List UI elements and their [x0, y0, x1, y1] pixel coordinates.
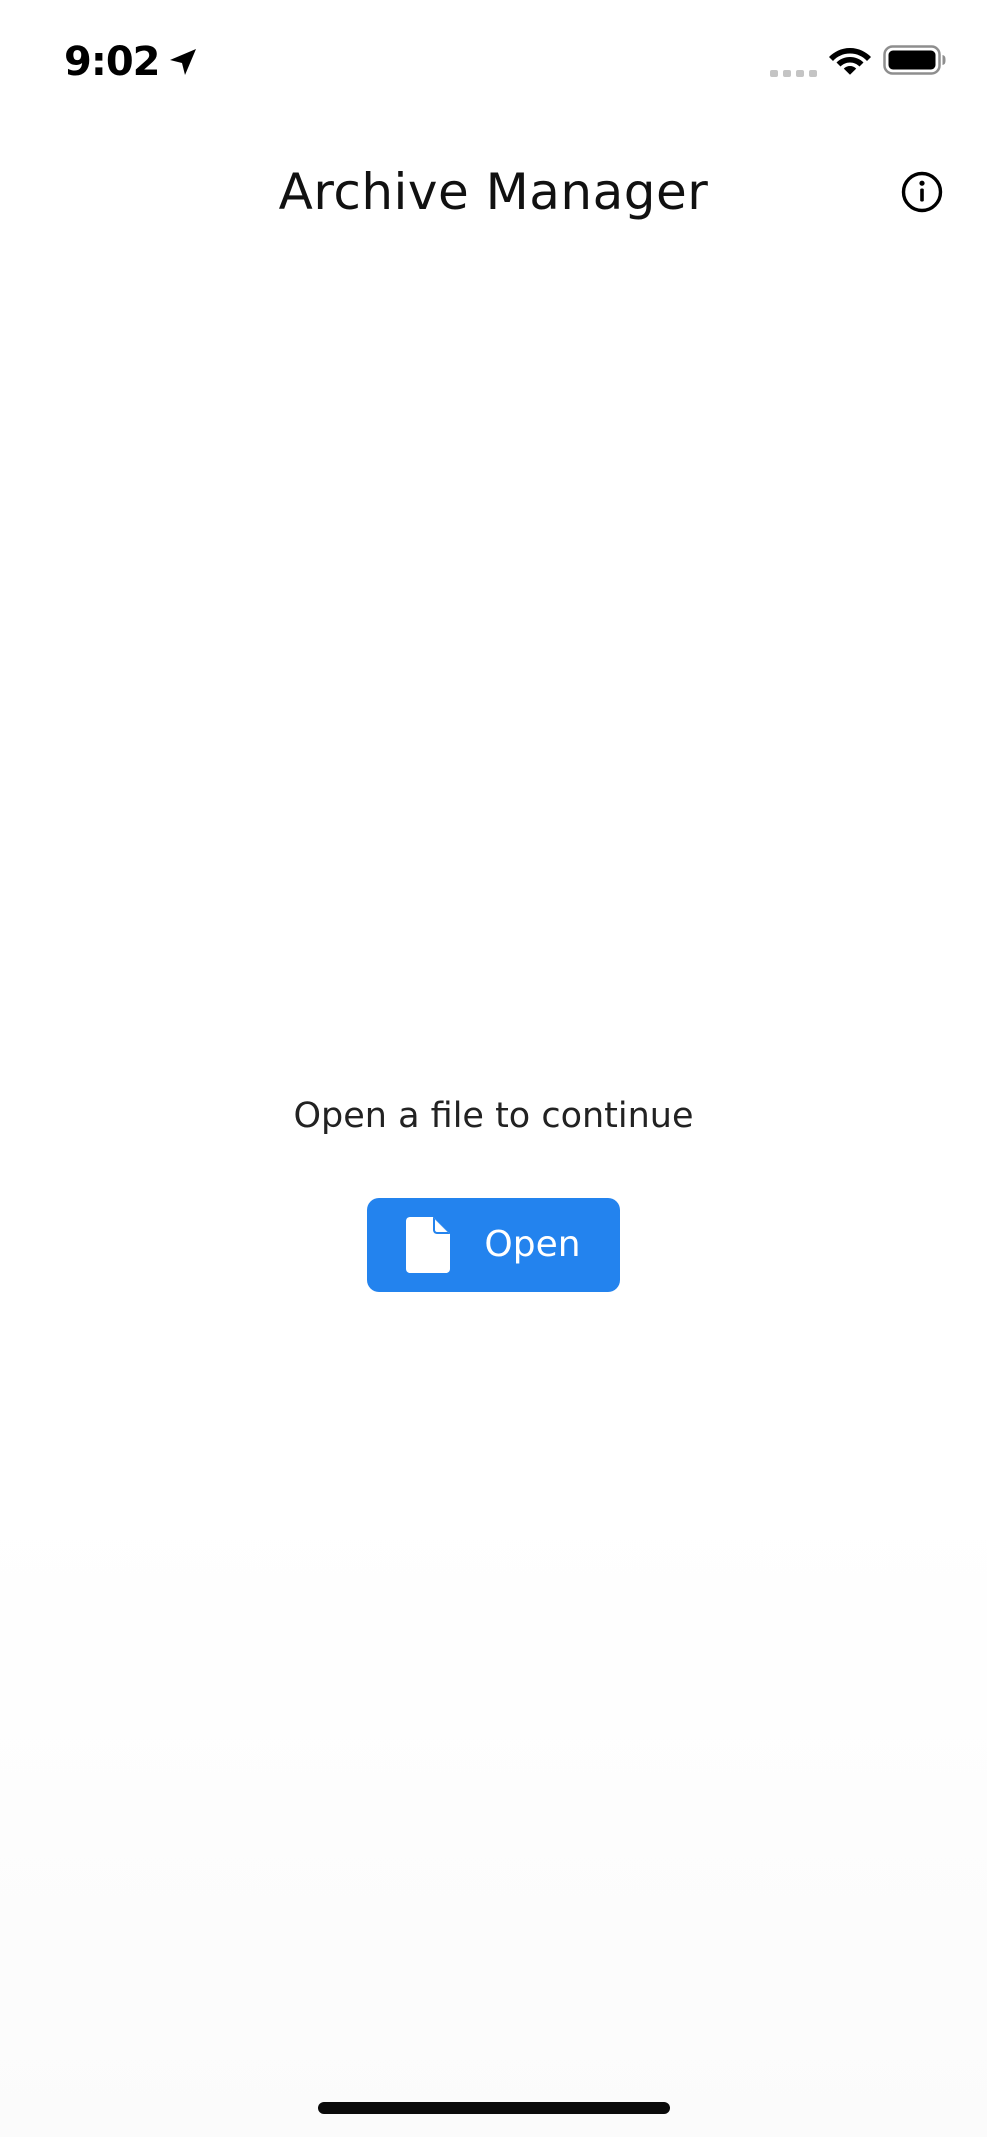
empty-state-message: Open a file to continue [293, 1096, 694, 1136]
app-screen: 9:02 Archive Manager Open a file to cont… [0, 0, 987, 2137]
info-circle-icon [896, 166, 948, 218]
open-button-label: Open [484, 1224, 581, 1265]
home-indicator[interactable] [318, 2102, 670, 2114]
file-icon [406, 1217, 451, 1273]
navigation-bar: Archive Manager [0, 130, 987, 254]
open-file-button[interactable]: Open [367, 1198, 620, 1292]
wifi-icon [828, 42, 872, 76]
status-time-group: 9:02 [64, 34, 200, 90]
location-arrow-icon [166, 45, 200, 79]
status-bar: 9:02 [0, 0, 987, 120]
info-button[interactable] [896, 166, 948, 218]
cellular-signal-icon [770, 64, 818, 77]
status-time: 9:02 [64, 39, 160, 85]
page-title: Archive Manager [278, 163, 709, 221]
battery-icon [883, 44, 947, 76]
